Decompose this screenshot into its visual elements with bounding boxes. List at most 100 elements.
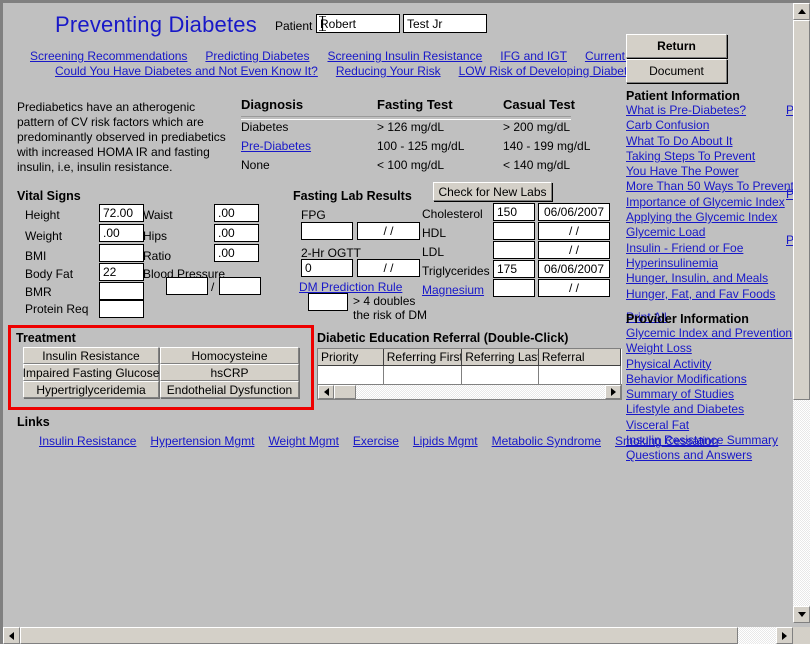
link-weight-mgmt[interactable]: Weight Mgmt (268, 434, 338, 448)
sidebar-item-lifestyle-and-diabetes[interactable]: Lifestyle and Diabetes (626, 402, 793, 417)
cell-diagnosis-pre-diabetes-link[interactable]: Pre-Diabetes (241, 139, 311, 153)
sidebar-item-behavior-modifications[interactable]: Behavior Modifications (626, 372, 793, 387)
dm-prediction-rule-link[interactable]: DM Prediction Rule (299, 280, 402, 294)
vitals-input-bmi[interactable] (99, 244, 144, 262)
sidebar-item-hunger-fat-fav-foods[interactable]: Hunger, Fat, and Fav Foods (626, 287, 793, 302)
blood-pressure-systolic-input[interactable] (166, 277, 208, 295)
clipped-print-link-1[interactable]: Pr (786, 103, 793, 117)
nav-link-ifg-and-igt[interactable]: IFG and IGT (500, 49, 567, 63)
referral-scrollbar-track[interactable] (356, 385, 605, 399)
cell-referring-first[interactable] (383, 366, 463, 384)
vitals-input-ratio[interactable] (214, 244, 259, 262)
treatment-button-hscrp[interactable]: hsCRP (160, 364, 299, 381)
clipped-print-link-2[interactable]: Pr (786, 187, 793, 201)
sidebar-item-taking-steps-to-prevent[interactable]: Taking Steps To Prevent (626, 149, 793, 164)
dm-prediction-rule-input[interactable] (308, 293, 348, 311)
vitals-input-height[interactable] (99, 204, 144, 222)
patient-first-name-input[interactable] (316, 14, 400, 33)
lab-value-hdl[interactable] (493, 222, 535, 240)
ogtt-value-input[interactable] (301, 259, 353, 277)
sidebar-item-glycemic-index-prevention[interactable]: Glycemic Index and Prevention (626, 326, 793, 341)
col-header-referral[interactable]: Referral (538, 349, 621, 366)
cell-referral[interactable] (538, 366, 621, 384)
vertical-scrollbar-thumb[interactable] (793, 20, 810, 400)
cell-priority[interactable] (318, 366, 384, 384)
treatment-button-endothelial-dysfunction[interactable]: Endothelial Dysfunction (160, 381, 299, 398)
nav-link-could-you-have-diabetes[interactable]: Could You Have Diabetes and Not Even Kno… (55, 64, 318, 78)
vitals-input-body-fat[interactable] (99, 263, 144, 281)
referral-horizontal-scrollbar[interactable] (317, 384, 622, 400)
sidebar-item-visceral-fat[interactable]: Visceral Fat (626, 418, 793, 433)
sidebar-item-importance-glycemic-index[interactable]: Importance of Glycemic Index (626, 195, 793, 210)
nav-link-screening-insulin-resistance[interactable]: Screening Insulin Resistance (327, 49, 482, 63)
link-insulin-resistance[interactable]: Insulin Resistance (39, 434, 136, 448)
lab-date-magnesium[interactable] (538, 279, 610, 297)
link-metabolic-syndrome[interactable]: Metabolic Syndrome (492, 434, 601, 448)
sidebar-item-hyperinsulinemia[interactable]: Hyperinsulinemia (626, 256, 793, 271)
scroll-left-arrow-icon[interactable] (318, 385, 334, 399)
treatment-button-hypertriglyceridemia[interactable]: Hypertriglyceridemia (23, 381, 159, 398)
sidebar-item-you-have-the-power[interactable]: You Have The Power (626, 164, 793, 179)
sidebar-item-what-is-pre-diabetes[interactable]: What is Pre-Diabetes? (626, 103, 793, 118)
clipped-print-link-3[interactable]: Pr (786, 233, 793, 247)
vitals-input-hips[interactable] (214, 224, 259, 242)
ogtt-date-input[interactable] (357, 259, 420, 277)
scroll-up-arrow-icon[interactable] (793, 3, 810, 20)
lab-value-ldl[interactable] (493, 241, 535, 259)
horizontal-scrollbar-thumb[interactable] (20, 627, 738, 644)
sidebar-item-insulin-friend-or-foe[interactable]: Insulin - Friend or Foe (626, 241, 793, 256)
treatment-button-homocysteine[interactable]: Homocysteine (160, 347, 299, 364)
link-exercise[interactable]: Exercise (353, 434, 399, 448)
sidebar-item-glycemic-load[interactable]: Glycemic Load (626, 225, 793, 240)
col-header-referring-first[interactable]: Referring First (383, 349, 463, 366)
sidebar-item-more-than-50-ways[interactable]: More Than 50 Ways To Prevent (626, 179, 793, 194)
sidebar-item-what-to-do-about-it[interactable]: What To Do About It (626, 134, 793, 149)
cell-referring-last[interactable] (462, 366, 539, 384)
fpg-value-input[interactable] (301, 222, 353, 240)
check-for-new-labs-button[interactable]: Check for New Labs (433, 182, 552, 201)
sidebar-item-physical-activity[interactable]: Physical Activity (626, 357, 793, 372)
treatment-button-impaired-fasting-glucose[interactable]: Impaired Fasting Glucose (23, 364, 159, 381)
vitals-input-weight[interactable] (99, 224, 144, 242)
vitals-input-bmr[interactable] (99, 282, 144, 300)
return-button[interactable]: Return (626, 34, 727, 58)
referral-scrollbar-thumb[interactable] (334, 385, 356, 399)
nav-link-reducing-your-risk[interactable]: Reducing Your Risk (336, 64, 441, 78)
link-hypertension-mgmt[interactable]: Hypertension Mgmt (150, 434, 254, 448)
document-button[interactable]: Document (626, 59, 727, 83)
nav-link-low-risk-developing-diabetes[interactable]: LOW Risk of Developing Diabetes (459, 64, 640, 78)
sidebar-item-insulin-resistance-summary[interactable]: Insulin Resistance Summary (626, 433, 793, 448)
sidebar-item-summary-of-studies[interactable]: Summary of Studies (626, 387, 793, 402)
lab-date-hdl[interactable] (538, 222, 610, 240)
window-horizontal-scrollbar[interactable] (3, 627, 793, 644)
lab-label-magnesium-link[interactable]: Magnesium (422, 283, 484, 297)
patient-last-name-input[interactable] (403, 14, 487, 33)
blood-pressure-diastolic-input[interactable] (219, 277, 261, 295)
lab-date-cholesterol[interactable] (538, 203, 610, 221)
window-vertical-scrollbar[interactable] (793, 3, 810, 623)
scroll-right-arrow-icon[interactable] (776, 627, 793, 644)
nav-link-screening-recommendations[interactable]: Screening Recommendations (30, 49, 187, 63)
link-lipids-mgmt[interactable]: Lipids Mgmt (413, 434, 478, 448)
lab-date-ldl[interactable] (538, 241, 610, 259)
nav-link-predicting-diabetes[interactable]: Predicting Diabetes (205, 49, 309, 63)
lab-value-triglycerides[interactable] (493, 260, 535, 278)
col-header-priority[interactable]: Priority (318, 349, 384, 366)
scroll-down-arrow-icon[interactable] (793, 606, 810, 623)
table-row[interactable] (318, 366, 621, 384)
sidebar-item-hunger-insulin-meals[interactable]: Hunger, Insulin, and Meals (626, 271, 793, 286)
fpg-date-input[interactable] (357, 222, 420, 240)
lab-value-magnesium[interactable] (493, 279, 535, 297)
lab-date-triglycerides[interactable] (538, 260, 610, 278)
vitals-input-protein-req[interactable] (99, 300, 144, 318)
col-header-referring-last[interactable]: Referring Last (462, 349, 539, 366)
scroll-right-arrow-icon[interactable] (605, 385, 621, 399)
sidebar-item-applying-glycemic-index[interactable]: Applying the Glycemic Index (626, 210, 793, 225)
sidebar-item-weight-loss[interactable]: Weight Loss (626, 341, 793, 356)
treatment-button-insulin-resistance[interactable]: Insulin Resistance (23, 347, 159, 364)
sidebar-item-questions-and-answers[interactable]: Questions and Answers (626, 448, 793, 463)
lab-value-cholesterol[interactable] (493, 203, 535, 221)
sidebar-item-carb-confusion[interactable]: Carb Confusion (626, 118, 793, 133)
vitals-input-waist[interactable] (214, 204, 259, 222)
scroll-left-arrow-icon[interactable] (3, 627, 20, 644)
